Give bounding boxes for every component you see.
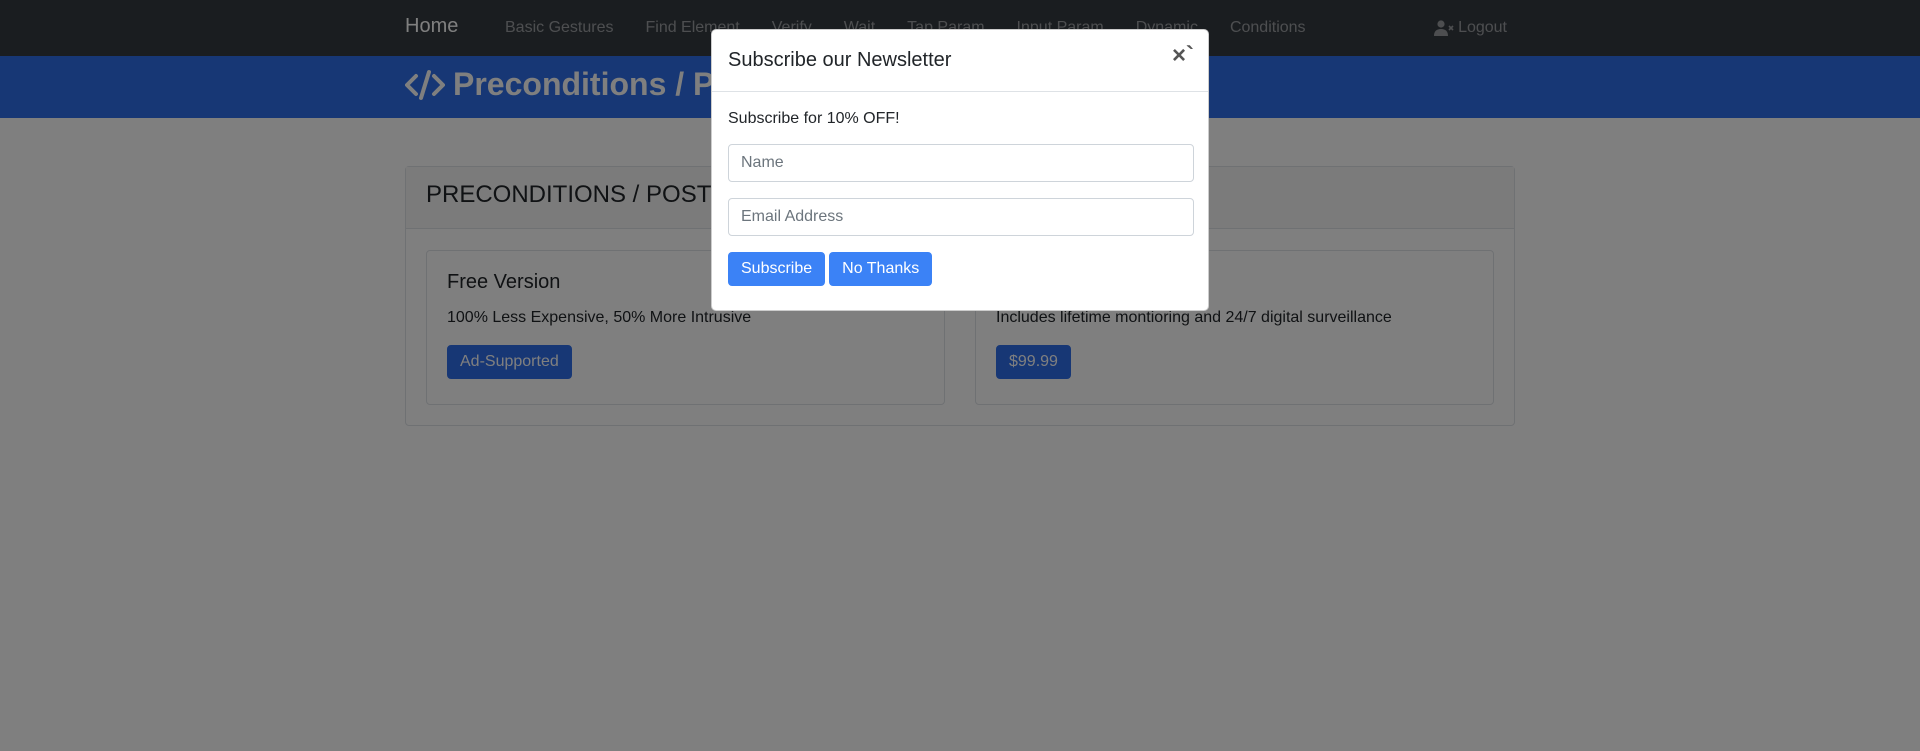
subscribe-button[interactable]: Subscribe — [728, 252, 826, 286]
email-input[interactable] — [728, 198, 1194, 236]
close-icon[interactable]: ×` — [1172, 44, 1194, 68]
modal-title: Subscribe our Newsletter — [728, 49, 952, 71]
modal-offer-text: Subscribe for 10% OFF! — [728, 110, 900, 127]
name-input[interactable] — [728, 144, 1194, 182]
modal-actions: Subscribe No Thanks — [728, 252, 1192, 286]
modal-body: Subscribe for 10% OFF! Subscribe No Than… — [712, 92, 1208, 304]
newsletter-modal: Subscribe our Newsletter ×` Subscribe fo… — [711, 29, 1209, 311]
no-thanks-button[interactable]: No Thanks — [829, 252, 933, 286]
modal-header: Subscribe our Newsletter ×` — [712, 30, 1208, 92]
